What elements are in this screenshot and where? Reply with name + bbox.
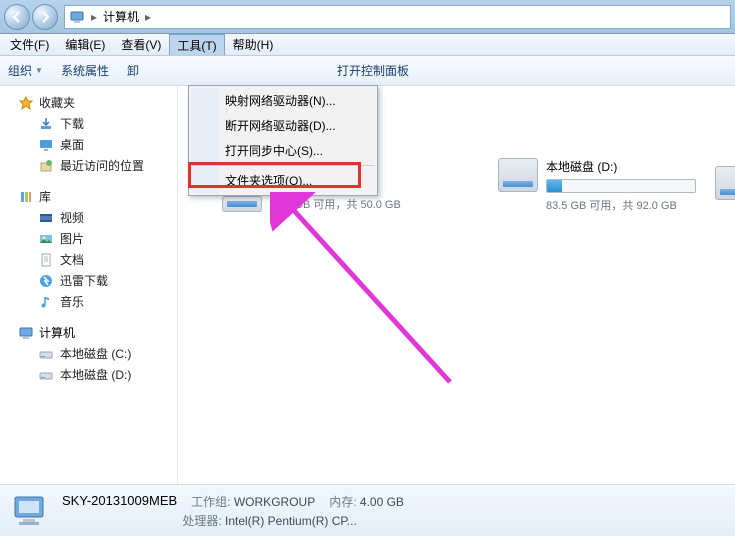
nav-forward-button[interactable] bbox=[32, 4, 58, 30]
sidebar-item-drive-d[interactable]: 本地磁盘 (D:) bbox=[0, 364, 177, 385]
sidebar-item-label: 本地磁盘 (C:) bbox=[60, 345, 131, 362]
dd-map-network-drive[interactable]: 映射网络驱动器(N)... bbox=[191, 88, 375, 113]
documents-icon bbox=[38, 252, 54, 268]
drive-icon bbox=[715, 166, 735, 200]
menu-tools[interactable]: 工具(T) bbox=[169, 34, 224, 55]
arrow-left-icon bbox=[11, 11, 23, 23]
status-computer-name: SKY-20131009MEB bbox=[62, 493, 177, 510]
drive-d-usage-fill bbox=[547, 180, 562, 192]
drive-partial-right[interactable] bbox=[715, 166, 735, 200]
drive-icon bbox=[222, 196, 262, 212]
sidebar-item-xunlei[interactable]: 迅雷下载 bbox=[0, 270, 177, 291]
menu-help[interactable]: 帮助(H) bbox=[225, 34, 282, 55]
sidebar-favorites-header[interactable]: 收藏夹 bbox=[0, 92, 177, 113]
video-icon bbox=[38, 210, 54, 226]
computer-large-icon bbox=[10, 490, 52, 532]
chevron-down-icon: ▼ bbox=[35, 66, 43, 75]
recent-icon bbox=[38, 158, 54, 174]
drive-d-free-text: 83.5 GB 可用，共 92.0 GB bbox=[546, 197, 696, 213]
sidebar-item-label: 音乐 bbox=[60, 293, 84, 310]
computer-icon bbox=[69, 9, 85, 25]
breadcrumb-root[interactable]: 计算机 bbox=[103, 8, 139, 25]
cmd-uninstall[interactable]: 卸 bbox=[127, 62, 139, 79]
sidebar-item-downloads[interactable]: 下载 bbox=[0, 113, 177, 134]
sidebar-computer-header[interactable]: 计算机 bbox=[0, 322, 177, 343]
drive-icon bbox=[38, 367, 54, 383]
sidebar-computer-label: 计算机 bbox=[39, 324, 75, 341]
library-icon bbox=[18, 189, 34, 205]
sidebar-item-label: 桌面 bbox=[60, 136, 84, 153]
arrow-right-icon bbox=[39, 11, 51, 23]
cmd-system-properties[interactable]: 系统属性 bbox=[61, 62, 109, 79]
dd-folder-options[interactable]: 文件夹选项(O)... bbox=[191, 168, 375, 193]
desktop-icon bbox=[38, 137, 54, 153]
nav-buttons bbox=[4, 4, 58, 30]
drive-c-free-text: 38.9 GB 可用，共 50.0 GB bbox=[270, 196, 401, 212]
music-icon bbox=[38, 294, 54, 310]
drive-d-usage-bar bbox=[546, 179, 696, 193]
sidebar-item-label: 文档 bbox=[60, 251, 84, 268]
status-workgroup-label: 工作组: bbox=[191, 495, 230, 509]
dd-open-sync-center[interactable]: 打开同步中心(S)... bbox=[191, 138, 375, 163]
status-memory-label: 内存: bbox=[329, 495, 356, 509]
star-icon bbox=[18, 95, 34, 111]
navigation-pane[interactable]: 收藏夹 下载 桌面 最近访问的位置 bbox=[0, 86, 178, 484]
sidebar-item-recent[interactable]: 最近访问的位置 bbox=[0, 155, 177, 176]
cmd-organize-label: 组织 bbox=[8, 62, 32, 79]
dd-separator bbox=[191, 165, 375, 166]
download-icon bbox=[38, 116, 54, 132]
sidebar-item-label: 图片 bbox=[60, 230, 84, 247]
sidebar-libraries-label: 库 bbox=[39, 188, 51, 205]
menu-edit[interactable]: 编辑(E) bbox=[57, 34, 113, 55]
breadcrumb-separator: ▸ bbox=[89, 10, 99, 24]
sidebar-item-videos[interactable]: 视频 bbox=[0, 207, 177, 228]
status-cpu-label: 处理器: bbox=[182, 514, 221, 528]
menu-file[interactable]: 文件(F) bbox=[2, 34, 57, 55]
drive-d-name: 本地磁盘 (D:) bbox=[546, 158, 696, 175]
sidebar-item-label: 迅雷下载 bbox=[60, 272, 108, 289]
details-pane: SKY-20131009MEB 工作组: WORKGROUP 内存: 4.00 … bbox=[0, 484, 735, 536]
drive-d-item[interactable]: 本地磁盘 (D:) 83.5 GB 可用，共 92.0 GB bbox=[498, 158, 696, 213]
address-bar-area: ▸ 计算机 ▸ bbox=[0, 0, 735, 34]
drive-c-partial: 38.9 GB 可用，共 50.0 GB bbox=[222, 194, 401, 212]
menu-bar: 文件(F) 编辑(E) 查看(V) 工具(T) 帮助(H) bbox=[0, 34, 735, 56]
command-bar: 组织 ▼ 系统属性 卸 打开控制面板 bbox=[0, 56, 735, 86]
sidebar-item-desktop[interactable]: 桌面 bbox=[0, 134, 177, 155]
status-workgroup-value: WORKGROUP bbox=[234, 495, 315, 509]
nav-back-button[interactable] bbox=[4, 4, 30, 30]
cmd-control-panel[interactable]: 打开控制面板 bbox=[337, 62, 409, 79]
tools-dropdown: 映射网络驱动器(N)... 断开网络驱动器(D)... 打开同步中心(S)...… bbox=[188, 85, 378, 196]
address-bar[interactable]: ▸ 计算机 ▸ bbox=[64, 5, 731, 29]
sidebar-favorites-label: 收藏夹 bbox=[39, 94, 75, 111]
dd-disconnect-network-drive[interactable]: 断开网络驱动器(D)... bbox=[191, 113, 375, 138]
sidebar-item-documents[interactable]: 文档 bbox=[0, 249, 177, 270]
breadcrumb-separator: ▸ bbox=[143, 10, 153, 24]
sidebar-item-drive-c[interactable]: 本地磁盘 (C:) bbox=[0, 343, 177, 364]
pictures-icon bbox=[38, 231, 54, 247]
status-cpu-value: Intel(R) Pentium(R) CP... bbox=[225, 514, 357, 528]
sidebar-item-label: 视频 bbox=[60, 209, 84, 226]
xunlei-icon bbox=[38, 273, 54, 289]
drive-icon bbox=[498, 158, 538, 192]
menu-view[interactable]: 查看(V) bbox=[113, 34, 169, 55]
sidebar-item-label: 本地磁盘 (D:) bbox=[60, 366, 131, 383]
computer-icon bbox=[18, 325, 34, 341]
sidebar-item-label: 最近访问的位置 bbox=[60, 157, 144, 174]
sidebar-item-music[interactable]: 音乐 bbox=[0, 291, 177, 312]
cmd-organize[interactable]: 组织 ▼ bbox=[8, 62, 43, 79]
sidebar-libraries-header[interactable]: 库 bbox=[0, 186, 177, 207]
status-memory-value: 4.00 GB bbox=[360, 495, 404, 509]
sidebar-item-pictures[interactable]: 图片 bbox=[0, 228, 177, 249]
drive-icon bbox=[38, 346, 54, 362]
sidebar-item-label: 下载 bbox=[60, 115, 84, 132]
